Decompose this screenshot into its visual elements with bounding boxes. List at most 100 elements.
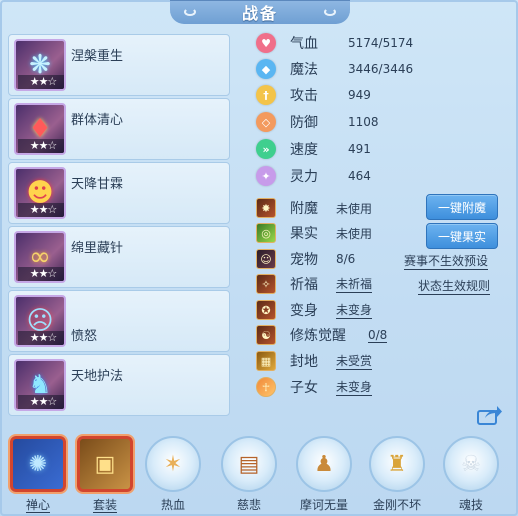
hot-blood-icon: ✶ (145, 436, 201, 492)
skill-name: 涅槃重生 (71, 49, 124, 64)
demon-mask-icon: ☻ ★★☆ (14, 167, 66, 219)
skill-card-4[interactable]: ∞ ★★☆ 绵里藏针 (8, 226, 230, 288)
cultivate-icon: ☯ (256, 325, 276, 345)
equip-label: 修炼觉醒 (290, 328, 346, 344)
equip-row-enchant: ✸ 附魔 未使用 (256, 197, 426, 219)
stat-value: 464 (348, 169, 371, 183)
stat-label: 防御 (290, 115, 318, 131)
one-click-fruit-button[interactable]: 一键果实 (426, 223, 498, 249)
skill-card-6[interactable]: ♞ ★★☆ 天地护法 (8, 354, 230, 416)
equip-value-link[interactable]: 未变身 (336, 378, 373, 396)
soul-skill-icon: ☠ (443, 436, 499, 492)
page-title: 战备 (241, 4, 278, 23)
angry-face-icon: ☹ ★★☆ (14, 295, 66, 347)
bottom-label: 魂技 (458, 498, 483, 512)
equip-value-link[interactable]: 0/8 (368, 328, 388, 343)
stat-label: 气血 (290, 36, 318, 52)
title-ornament-left-icon (184, 8, 196, 16)
bottom-item-hot-blood[interactable]: ✶ 热血 (140, 436, 206, 516)
skill-stars: ★★☆ (18, 331, 64, 345)
equip-label: 果实 (290, 226, 318, 242)
shield-icon: ◇ (256, 112, 276, 132)
skill-card-1[interactable]: ❋ ★★☆ 涅槃重生 (8, 34, 230, 96)
bottom-item-mahe[interactable]: ♟ 摩诃无量 (291, 436, 357, 516)
equip-value-link[interactable]: 未祈福 (336, 275, 373, 293)
stat-row-spirit: ✦ 灵力 464 (256, 165, 371, 187)
skill-card-5[interactable]: ☹ ★★☆ 愤怒 (8, 290, 230, 352)
skill-card-3[interactable]: ☻ ★★☆ 天降甘霖 (8, 162, 230, 224)
equip-row-pet: ☺ 宠物 8/6 (256, 248, 426, 270)
bottom-label: 禅心 (25, 498, 50, 513)
warrior-icon: ♞ ★★☆ (14, 359, 66, 411)
share-icon[interactable] (476, 404, 504, 426)
skill-stars: ★★☆ (18, 267, 64, 281)
stat-row-hp: ♥ 气血 5174/5174 (256, 32, 413, 54)
heart-icon: ♥ (256, 33, 276, 53)
equip-label: 子女 (290, 380, 318, 396)
equip-label: 变身 (290, 303, 318, 319)
stat-row-mp: ◆ 魔法 3446/3446 (256, 58, 413, 80)
mercy-icon: ▤ (221, 436, 277, 492)
stat-label: 攻击 (290, 88, 318, 104)
event-preset-link[interactable]: 赛事不生效预设 (404, 252, 489, 270)
pet-icon: ☺ (256, 249, 276, 269)
bottom-label: 摩诃无量 (299, 498, 348, 512)
stat-row-defense: ◇ 防御 1108 (256, 111, 379, 133)
skill-card-2[interactable]: ♦ ★★☆ 群体清心 (8, 98, 230, 160)
equip-label: 附魔 (290, 201, 318, 217)
skill-stars: ★★☆ (18, 139, 64, 153)
red-gem-icon: ♦ ★★☆ (14, 103, 66, 155)
transform-icon: ✪ (256, 300, 276, 320)
fruit-icon: ◎ (256, 223, 276, 243)
equip-value: 未使用 (336, 201, 373, 216)
skill-stars: ★★☆ (18, 395, 64, 409)
status-rules-link[interactable]: 状态生效规则 (418, 277, 491, 295)
equip-label: 封地 (290, 354, 318, 370)
title-ornament-right-icon (324, 8, 336, 16)
bottom-label: 热血 (160, 498, 185, 512)
bottom-item-vajra[interactable]: ♜ 金刚不坏 (364, 436, 430, 516)
equip-row-bless[interactable]: ✧ 祈福 未祈福 (256, 273, 426, 295)
bottom-item-soul-skill[interactable]: ☠ 魂技 (438, 436, 504, 516)
golden-chain-icon: ∞ ★★☆ (14, 231, 66, 283)
skill-name: 群体清心 (71, 113, 124, 128)
stat-value: 5174/5174 (348, 36, 414, 50)
equip-value: 8/6 (336, 252, 356, 266)
equip-row-children[interactable]: ☥ 子女 未变身 (256, 376, 426, 398)
spirit-icon: ✦ (256, 166, 276, 186)
stat-value: 1108 (348, 115, 379, 129)
bottom-item-mercy[interactable]: ▤ 慈悲 (216, 436, 282, 516)
sword-icon: † (256, 85, 276, 105)
stat-label: 魔法 (290, 62, 318, 78)
stat-value: 949 (348, 88, 371, 102)
vajra-icon: ♜ (369, 436, 425, 492)
bottom-item-zen[interactable]: ✺ 禅心 (5, 436, 71, 516)
diamond-icon: ◆ (256, 59, 276, 79)
equip-row-fruit: ◎ 果实 未使用 (256, 222, 426, 244)
equip-row-cultivate[interactable]: ☯ 修炼觉醒 0/8 (256, 324, 426, 346)
stat-label: 灵力 (290, 169, 318, 185)
one-click-enchant-button[interactable]: 一键附魔 (426, 194, 498, 220)
equip-value-link[interactable]: 未变身 (336, 301, 373, 319)
mahe-icon: ♟ (296, 436, 352, 492)
skill-name: 绵里藏针 (71, 241, 124, 256)
stat-value: 3446/3446 (348, 62, 414, 76)
equip-row-transform[interactable]: ✪ 变身 未变身 (256, 299, 426, 321)
bottom-label: 慈悲 (236, 498, 261, 512)
equip-value: 未使用 (336, 226, 373, 241)
equip-row-fief[interactable]: ▦ 封地 未受赏 (256, 350, 426, 372)
skill-name: 愤怒 (71, 329, 98, 344)
stat-row-speed: » 速度 491 (256, 138, 371, 160)
bottom-item-armor-set[interactable]: ▣ 套装 (72, 436, 138, 516)
bottom-label: 金刚不坏 (372, 498, 421, 512)
fief-icon: ▦ (256, 351, 276, 371)
equip-value-link[interactable]: 未受赏 (336, 352, 373, 370)
skill-name: 天降甘霖 (71, 177, 124, 192)
skill-stars: ★★☆ (18, 203, 64, 217)
title-bar: 战备 (170, 0, 350, 24)
enchant-icon: ✸ (256, 198, 276, 218)
bottom-label: 套装 (92, 498, 117, 513)
skill-name: 天地护法 (71, 369, 124, 384)
speed-icon: » (256, 139, 276, 159)
skill-stars: ★★☆ (18, 75, 64, 89)
